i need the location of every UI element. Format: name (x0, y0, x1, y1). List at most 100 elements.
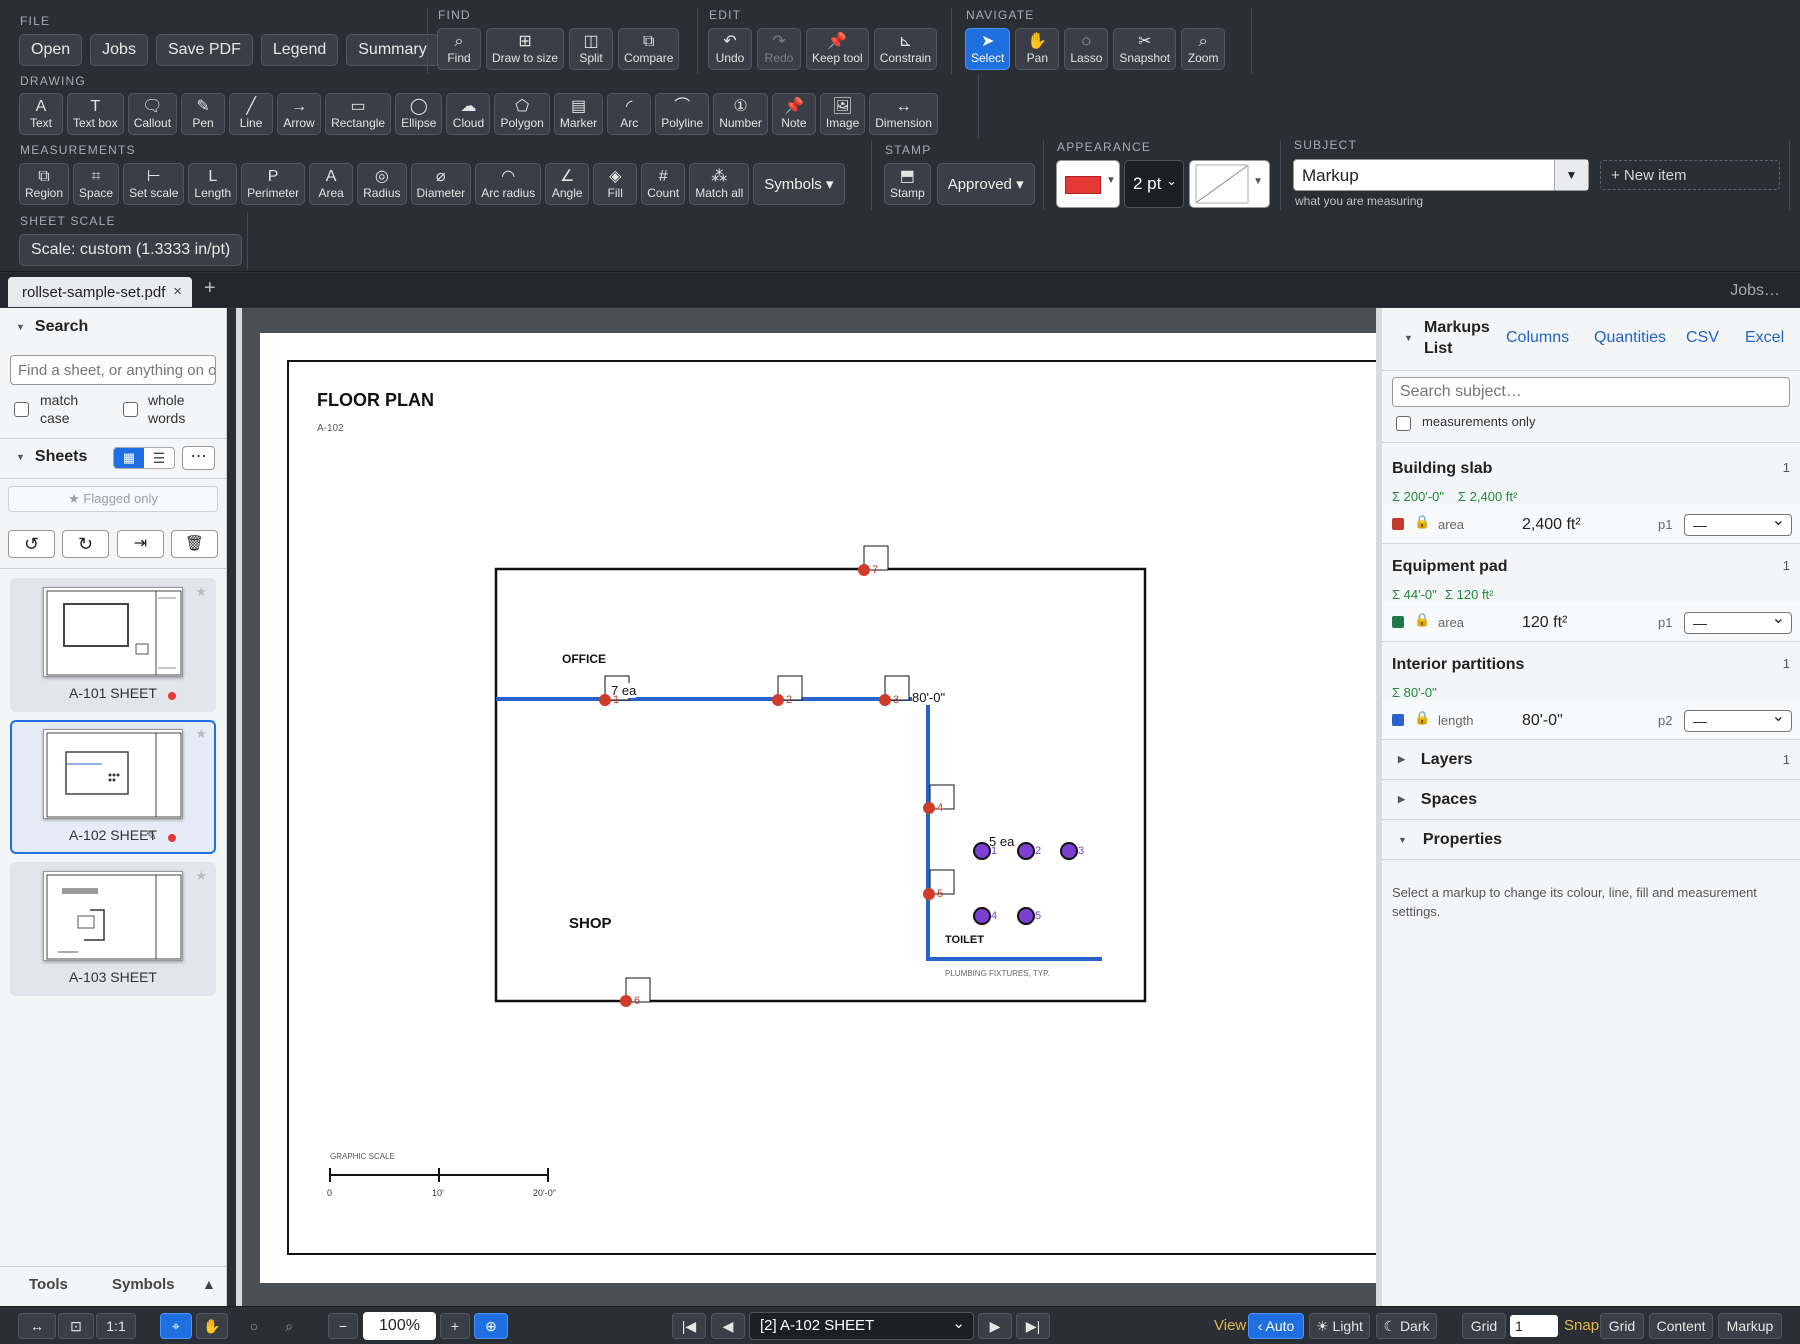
subject-input[interactable]: Markup (1302, 166, 1359, 186)
angle-tool-button[interactable]: ∠ Angle (545, 163, 590, 205)
symbols-tab[interactable]: Symbols (112, 1276, 175, 1293)
fit-page-button[interactable]: ⊡ (58, 1313, 94, 1339)
flag-icon[interactable]: ★ (195, 868, 207, 884)
excel-link[interactable]: Excel (1745, 329, 1784, 347)
sheet-scale-button[interactable]: Scale: custom (1.3333 in/pt) (19, 234, 243, 266)
last-page-button[interactable]: ▶| (1016, 1313, 1050, 1339)
color-picker[interactable]: ▼ (1056, 160, 1120, 208)
select-tool-icon[interactable]: ⌖ (160, 1313, 192, 1339)
callout-tool-button[interactable]: 🗨 Callout (127, 93, 178, 135)
markup-group-building-slab[interactable]: Building slab 1 Σ 200'-0" Σ 2,400 ft² 🔒 … (1382, 442, 1800, 544)
zoom-in-button[interactable]: + (440, 1313, 470, 1339)
more-options-button[interactable]: ⋯ (182, 446, 215, 470)
polygon-tool-button[interactable]: ⬠ Polygon (494, 93, 550, 135)
pan-tool-icon[interactable]: ✋ (196, 1313, 228, 1339)
flagged-only-toggle[interactable]: ★ Flagged only (8, 486, 218, 512)
perimeter-tool-button[interactable]: P Perimeter (241, 163, 306, 205)
next-page-button[interactable]: ▶ (978, 1313, 1012, 1339)
stamp-button[interactable]: ⬒ Stamp (884, 163, 931, 205)
jobs-link[interactable]: Jobs… (1730, 282, 1780, 300)
save-pdf-button[interactable]: Save PDF (155, 34, 253, 66)
sheet-search-input[interactable] (10, 355, 216, 385)
whole-words-checkbox[interactable] (123, 402, 138, 417)
marker-tool-button[interactable]: ▤ Marker (553, 93, 604, 135)
text-tool-button[interactable]: A Text (19, 93, 63, 135)
cloud-tool-button[interactable]: ☁ Cloud (446, 93, 491, 135)
lock-icon[interactable]: 🔒 (1414, 710, 1430, 726)
zoom-out-button[interactable]: − (328, 1313, 358, 1339)
lasso-tool-button[interactable]: ◌ Lasso (1064, 28, 1109, 70)
ellipse-tool-button[interactable]: ◯ Ellipse (395, 93, 443, 135)
markup-status-select[interactable]: — (1684, 609, 1792, 634)
view-auto-button[interactable]: ‹ Auto (1248, 1313, 1304, 1339)
snapshot-tool-button[interactable]: ✂ Snapshot (1113, 28, 1177, 70)
match-all-tool-button[interactable]: ⁂ Match all (689, 163, 750, 205)
rectangle-tool-button[interactable]: ▭ Rectangle (325, 93, 392, 135)
select-tool-button[interactable]: ➤ Select (965, 28, 1011, 70)
find-tool-button[interactable]: ⌕ Find (437, 28, 481, 70)
csv-link[interactable]: CSV (1686, 329, 1719, 347)
region-tool-button[interactable]: ⧉ Region (19, 163, 70, 205)
lock-icon[interactable]: 🔒 (1414, 514, 1430, 530)
keep-tool-tool-button[interactable]: 📌 Keep tool (806, 28, 869, 70)
image-tool-button[interactable]: 🖼 Image (819, 93, 866, 135)
dimension-tool-button[interactable]: ↔ Dimension (869, 93, 938, 135)
markup-status-select[interactable]: — (1684, 707, 1792, 732)
page-select[interactable]: [2] A-102 SHEET ⌄ (749, 1312, 974, 1340)
first-page-button[interactable]: |◀ (672, 1313, 706, 1339)
undo-tool-button[interactable]: ↶ Undo (708, 28, 752, 70)
properties-section-header[interactable]: ▼ Properties (1382, 820, 1800, 860)
lasso-tool-icon[interactable]: ○ (238, 1313, 270, 1339)
constrain-tool-button[interactable]: ⊾ Constrain (873, 28, 938, 70)
subject-search-input[interactable] (1392, 377, 1790, 407)
stroke-width-select[interactable]: 2 pt ⌄ (1124, 160, 1184, 208)
layers-section-header[interactable]: ▶ Layers 1 (1382, 740, 1800, 780)
markup-page[interactable]: p1 (1658, 615, 1672, 630)
expand-icon[interactable]: ▲ (202, 1276, 216, 1292)
markup-group-interior-partitions[interactable]: Interior partitions 1 Σ 80'-0" 🔒 length … (1382, 638, 1800, 740)
flag-icon[interactable]: ★ (195, 584, 207, 600)
flag-icon[interactable]: ★ (195, 726, 207, 742)
document-tab[interactable]: rollset-sample-set.pdf × (8, 277, 192, 307)
length-measure-label[interactable]: 80'-0" (912, 690, 946, 705)
rotate-right-button[interactable]: ↻ (62, 530, 109, 558)
actual-size-button[interactable]: 1:1 (96, 1313, 136, 1339)
snap-content-button[interactable]: Content (1649, 1313, 1713, 1339)
zoom-tool-button[interactable]: ⌕ Zoom (1181, 28, 1226, 70)
number-tool-button[interactable]: ① Number (713, 93, 768, 135)
compare-tool-button[interactable]: ⧉ Compare (618, 28, 680, 70)
fill-picker[interactable]: ▼ (1189, 160, 1270, 208)
markup-page[interactable]: p1 (1658, 517, 1672, 532)
sheet-thumbnail-a101[interactable]: ★ A-101 SHEET (10, 578, 216, 712)
note-tool-button[interactable]: 📌 Note (771, 93, 816, 135)
zoom-level-field[interactable]: 100% (363, 1312, 436, 1340)
quantities-link[interactable]: Quantities (1594, 329, 1666, 347)
split-tool-button[interactable]: ◫ Split (569, 28, 614, 70)
symbols-dropdown[interactable]: Symbols ▾ (753, 163, 845, 205)
draw-to-size-tool-button[interactable]: ⊞ Draw to size (486, 28, 565, 70)
jobs-button[interactable]: Jobs (90, 34, 148, 66)
set-scale-tool-button[interactable]: ⊢ Set scale (123, 163, 185, 205)
polyline-tool-button[interactable]: ⌒ Polyline (655, 93, 710, 135)
space-tool-button[interactable]: ⌗ Space (73, 163, 120, 205)
length-tool-button[interactable]: L Length (188, 163, 238, 205)
spaces-section-header[interactable]: ▶ Spaces (1382, 780, 1800, 820)
zoom-tool-icon[interactable]: ⌕ (274, 1313, 304, 1339)
grid-size-input[interactable]: 1 (1510, 1315, 1558, 1337)
markup-page[interactable]: p2 (1658, 713, 1672, 728)
markup-row[interactable]: 🔒 area 120 ft² p1 — (1382, 602, 1800, 642)
view-light-button[interactable]: ☀ Light (1309, 1313, 1370, 1339)
new-item-button[interactable]: + New item (1600, 160, 1780, 190)
markup-row[interactable]: 🔒 area 2,400 ft² p1 — (1382, 504, 1800, 544)
collapse-icon[interactable]: ▼ (1404, 333, 1413, 343)
close-icon[interactable]: × (173, 283, 182, 300)
open-button[interactable]: Open (19, 34, 83, 66)
text-box-tool-button[interactable]: T Text box (67, 93, 124, 135)
rotate-left-button[interactable]: ↺ (8, 530, 55, 558)
arrow-tool-button[interactable]: → Arrow (277, 93, 322, 135)
redo-tool-button[interactable]: ↷ Redo (757, 28, 801, 70)
area-tool-button[interactable]: A Area (309, 163, 354, 205)
snap-markup-button[interactable]: Markup (1718, 1313, 1782, 1339)
pen-tool-button[interactable]: ✎ Pen (181, 93, 226, 135)
grid-toggle-button[interactable]: Grid (1462, 1313, 1506, 1339)
